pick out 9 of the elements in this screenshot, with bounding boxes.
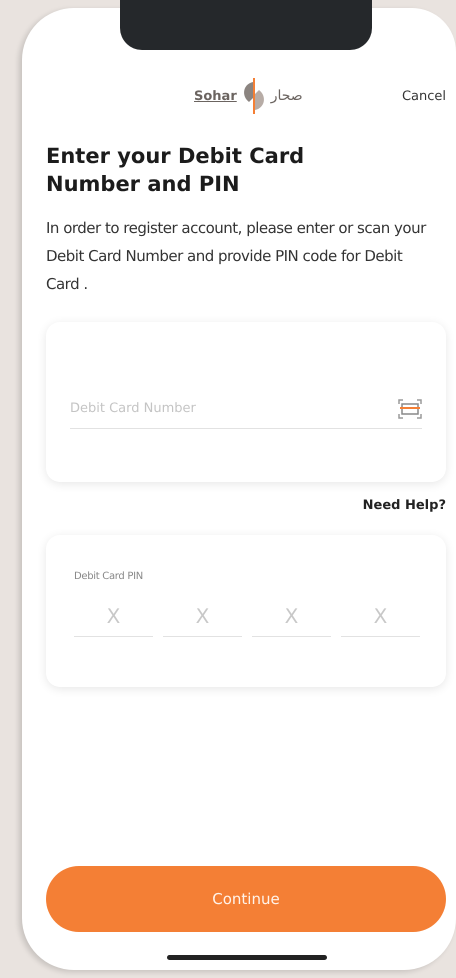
need-help-link[interactable]: Need Help? [362,498,446,513]
page-title: Enter your Debit Card Number and PIN [46,143,306,198]
logo-wordmark: Sohar [194,88,237,104]
cancel-link[interactable]: Cancel [402,88,446,104]
pin-label: Debit Card PIN [74,571,144,582]
scan-card-icon[interactable] [398,398,422,420]
logo-wordmark: صحار [270,88,303,104]
card-number-field[interactable]: Debit Card Number [70,401,398,416]
description-text: In order to register account, please enter or scan your Debit Card Number and provide PIN code for Debit Card . [46,218,428,295]
